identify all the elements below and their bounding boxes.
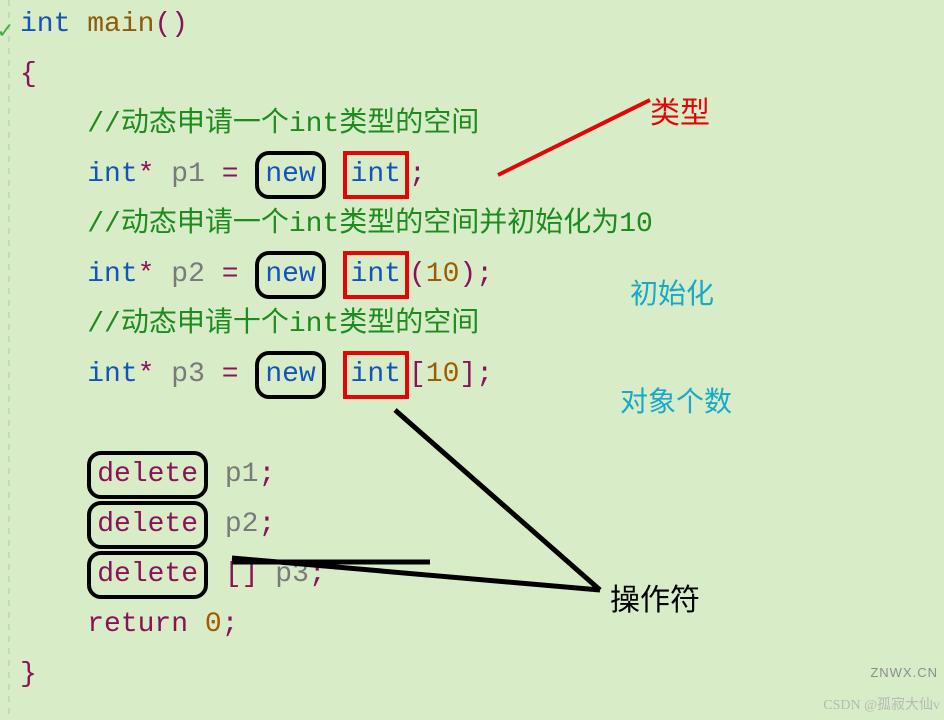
code-line: int* p3 = new int[10]; bbox=[20, 350, 653, 400]
identifier: p3 bbox=[275, 559, 309, 590]
semicolon: ; bbox=[476, 259, 493, 290]
keyword-int: int bbox=[351, 359, 401, 390]
new-box: new bbox=[255, 351, 325, 399]
semicolon: ; bbox=[409, 159, 426, 190]
equals: = bbox=[222, 359, 239, 390]
checkmark: ✓ bbox=[0, 16, 12, 46]
code-block: int main() { //动态申请一个int类型的空间 int* p1 = … bbox=[20, 0, 653, 700]
keyword-delete: delete bbox=[97, 459, 198, 490]
equals: = bbox=[222, 159, 239, 190]
annotation-operator: 操作符 bbox=[610, 575, 700, 619]
code-line: delete p2; bbox=[20, 500, 653, 550]
code-line: delete [] p3; bbox=[20, 550, 653, 600]
identifier: p3 bbox=[171, 359, 205, 390]
code-line: { bbox=[20, 50, 653, 100]
semicolon: ; bbox=[258, 509, 275, 540]
number: 10 bbox=[426, 359, 460, 390]
type-box: int bbox=[343, 251, 409, 299]
comment: //动态申请一个int类型的空间 bbox=[87, 109, 479, 140]
annotation-count: 对象个数 bbox=[620, 380, 732, 420]
number: 0 bbox=[205, 609, 222, 640]
brace-open: { bbox=[20, 59, 37, 90]
watermark: ZNWX.CN bbox=[870, 665, 938, 680]
keyword-int: int bbox=[351, 259, 401, 290]
identifier: p1 bbox=[225, 459, 259, 490]
keyword-delete: delete bbox=[97, 509, 198, 540]
keyword-int: int bbox=[351, 159, 401, 190]
keyword-int: int bbox=[87, 359, 137, 390]
bracket-close: ] bbox=[459, 359, 476, 390]
brackets: [] bbox=[225, 559, 259, 590]
code-line: int main() bbox=[20, 0, 653, 50]
keyword-int: int bbox=[20, 9, 70, 40]
comment: //动态申请十个int类型的空间 bbox=[87, 309, 479, 340]
star: * bbox=[138, 159, 155, 190]
keyword-new: new bbox=[265, 359, 315, 390]
bracket-open: [ bbox=[409, 359, 426, 390]
paren-close: ) bbox=[459, 259, 476, 290]
number: 10 bbox=[426, 259, 460, 290]
semicolon: ; bbox=[222, 609, 239, 640]
code-line: int* p2 = new int(10); bbox=[20, 250, 653, 300]
new-box: new bbox=[255, 151, 325, 199]
delete-box: delete bbox=[87, 501, 208, 549]
star: * bbox=[138, 259, 155, 290]
keyword-int: int bbox=[87, 259, 137, 290]
code-line: return 0; bbox=[20, 600, 653, 650]
equals: = bbox=[222, 259, 239, 290]
comment: //动态申请一个int类型的空间并初始化为10 bbox=[87, 209, 653, 240]
code-line: //动态申请一个int类型的空间并初始化为10 bbox=[20, 200, 653, 250]
semicolon: ; bbox=[309, 559, 326, 590]
identifier: p1 bbox=[171, 159, 205, 190]
code-line: } bbox=[20, 650, 653, 700]
delete-box: delete bbox=[87, 551, 208, 599]
star: * bbox=[138, 359, 155, 390]
identifier-main: main bbox=[87, 9, 154, 40]
gutter bbox=[8, 0, 10, 720]
keyword-delete: delete bbox=[97, 559, 198, 590]
keyword-new: new bbox=[265, 259, 315, 290]
annotation-init: 初始化 bbox=[630, 272, 714, 312]
brace-close: } bbox=[20, 659, 37, 690]
watermark-csdn: CSDN @孤寂大仙v bbox=[823, 694, 940, 714]
identifier: p2 bbox=[171, 259, 205, 290]
keyword-new: new bbox=[265, 159, 315, 190]
code-line: //动态申请一个int类型的空间 bbox=[20, 100, 653, 150]
blank-line bbox=[20, 400, 653, 450]
identifier: p2 bbox=[225, 509, 259, 540]
parens: () bbox=[154, 9, 188, 40]
type-box: int bbox=[343, 351, 409, 399]
delete-box: delete bbox=[87, 451, 208, 499]
code-line: int* p1 = new int; bbox=[20, 150, 653, 200]
annotation-type: 类型 bbox=[650, 88, 710, 132]
keyword-return: return bbox=[87, 609, 188, 640]
semicolon: ; bbox=[476, 359, 493, 390]
code-line: //动态申请十个int类型的空间 bbox=[20, 300, 653, 350]
new-box: new bbox=[255, 251, 325, 299]
type-box: int bbox=[343, 151, 409, 199]
semicolon: ; bbox=[258, 459, 275, 490]
keyword-int: int bbox=[87, 159, 137, 190]
paren-open: ( bbox=[409, 259, 426, 290]
code-line: delete p1; bbox=[20, 450, 653, 500]
